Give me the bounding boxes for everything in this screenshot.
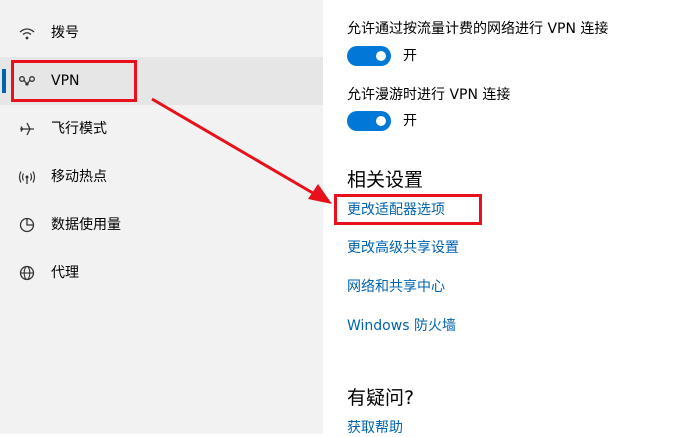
sidebar-item-proxy[interactable]: 代理 — [0, 249, 323, 297]
selection-indicator — [2, 69, 6, 93]
sidebar-item-label: 飞行模式 — [51, 121, 107, 137]
question-title: 有疑问? — [347, 387, 415, 409]
hotspot-icon — [17, 167, 37, 187]
roaming-vpn-state: 开 — [403, 113, 417, 129]
get-help-link[interactable]: 获取帮助 — [347, 417, 403, 437]
vpn-highlight-box — [11, 60, 137, 102]
network-sharing-center-link[interactable]: 网络和共享中心 — [347, 276, 445, 296]
sidebar-item-label: 代理 — [51, 265, 79, 281]
airplane-icon — [17, 119, 37, 139]
sidebar-item-data-usage[interactable]: 数据使用量 — [0, 201, 323, 249]
related-settings-title: 相关设置 — [347, 169, 424, 191]
dialup-icon — [17, 23, 37, 43]
sidebar-item-mobile-hotspot[interactable]: 移动热点 — [0, 153, 323, 201]
roaming-vpn-toggle[interactable] — [347, 111, 391, 131]
windows-firewall-link[interactable]: Windows 防火墙 — [347, 315, 456, 335]
metered-vpn-state: 开 — [403, 48, 417, 64]
adapter-options-highlight-box — [334, 194, 482, 225]
data-usage-icon — [17, 215, 37, 235]
roaming-vpn-label: 允许漫游时进行 VPN 连接 — [347, 87, 511, 103]
sidebar-item-label: 移动热点 — [51, 169, 107, 185]
sidebar-item-dialup[interactable]: 拨号 — [0, 9, 323, 57]
sidebar-item-label: 拨号 — [51, 25, 79, 41]
toggle-knob — [376, 116, 386, 126]
metered-vpn-toggle[interactable] — [347, 46, 391, 66]
metered-vpn-label: 允许通过按流量计费的网络进行 VPN 连接 — [347, 21, 609, 37]
sidebar-item-label: 数据使用量 — [51, 217, 121, 233]
advanced-sharing-settings-link[interactable]: 更改高级共享设置 — [347, 237, 459, 257]
toggle-knob — [376, 51, 386, 61]
sidebar-item-airplane-mode[interactable]: 飞行模式 — [0, 105, 323, 153]
globe-icon — [17, 263, 37, 283]
